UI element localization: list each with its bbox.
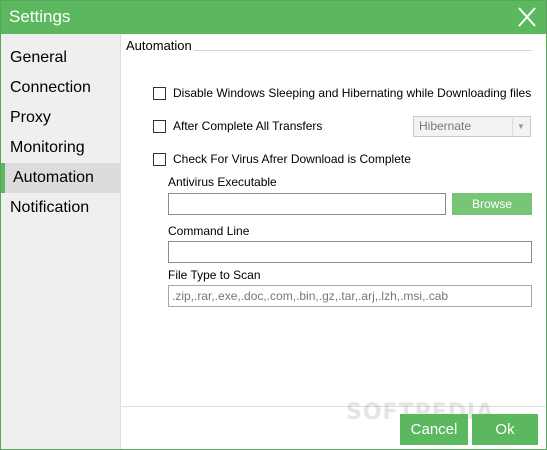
settings-window: Settings General Connection Proxy Monito… [0,0,547,450]
disable-sleep-checkbox-row[interactable]: Disable Windows Sleeping and Hibernating… [153,85,531,101]
after-complete-checkbox-row[interactable]: After Complete All Transfers [153,118,322,134]
sidebar-item-automation[interactable]: Automation [1,163,121,193]
disable-sleep-label: Disable Windows Sleeping and Hibernating… [173,86,532,100]
virus-check-label: Check For Virus Afrer Download is Comple… [173,152,411,166]
sidebar-item-monitoring[interactable]: Monitoring [1,133,121,163]
antivirus-executable-input[interactable] [168,193,446,215]
automation-panel: Automation Disable Windows Sleeping and … [122,34,546,449]
sidebar-item-notification[interactable]: Notification [1,193,121,223]
chevron-down-icon[interactable]: ▼ [512,118,529,135]
after-complete-label: After Complete All Transfers [173,119,323,133]
sidebar: General Connection Proxy Monitoring Auto… [1,34,121,449]
section-title: Automation [126,38,192,53]
browse-button[interactable]: Browse [452,193,532,215]
after-complete-action-select[interactable]: Hibernate ▼ [413,116,531,137]
command-line-input[interactable] [168,241,532,263]
title-bar: Settings [1,1,546,34]
virus-check-checkbox-row[interactable]: Check For Virus Afrer Download is Comple… [153,151,411,167]
sidebar-item-proxy[interactable]: Proxy [1,103,121,133]
after-complete-selected-value: Hibernate [419,119,472,133]
virus-check-checkbox[interactable] [153,152,166,166]
close-icon[interactable] [514,4,540,30]
antivirus-executable-label: Antivirus Executable [168,175,277,189]
command-line-label: Command Line [168,224,250,238]
sidebar-item-connection[interactable]: Connection [1,73,121,103]
section-divider [194,50,532,51]
ok-button[interactable]: Ok [472,414,538,445]
cancel-button[interactable]: Cancel [400,414,468,445]
after-complete-checkbox[interactable] [153,119,166,133]
sidebar-item-general[interactable]: General [1,43,121,73]
file-type-label: File Type to Scan [168,268,261,282]
window-title: Settings [9,7,71,26]
file-type-input[interactable] [168,285,532,307]
disable-sleep-checkbox[interactable] [153,86,166,100]
